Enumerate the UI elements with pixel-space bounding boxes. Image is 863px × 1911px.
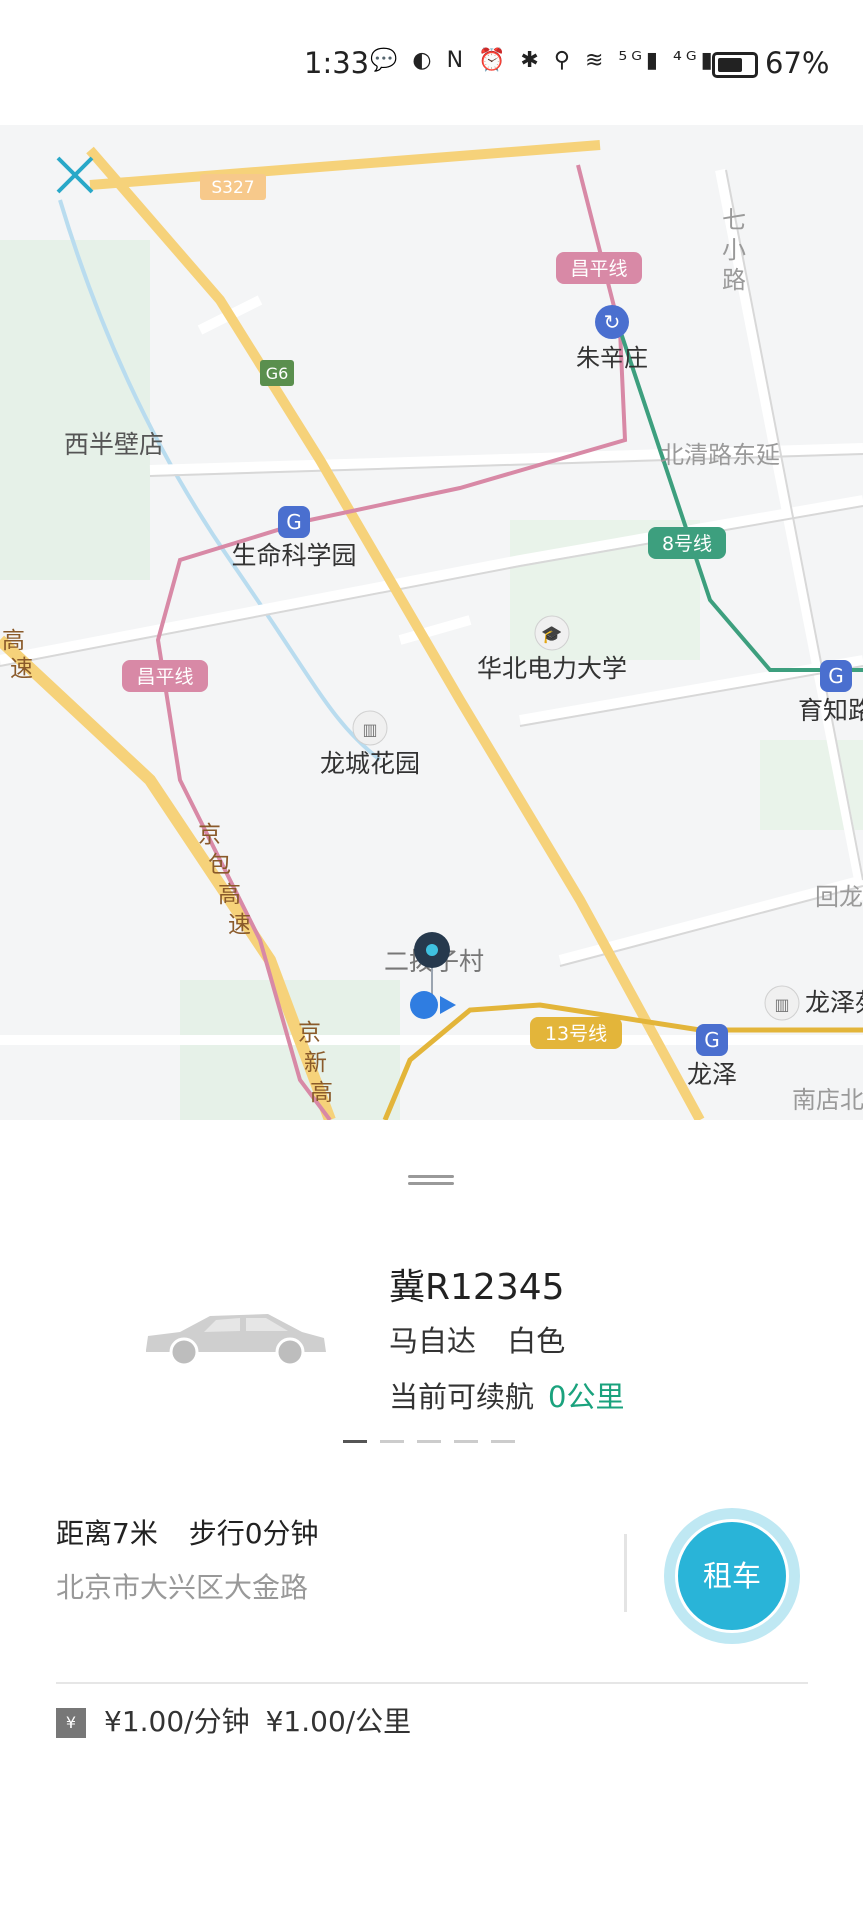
distance-info: 距离7米 步行0分钟: [56, 1512, 319, 1552]
license-plate: 冀R12345: [389, 1267, 565, 1308]
battery-icon: [712, 52, 758, 78]
svg-text:高: 高: [218, 882, 241, 908]
svg-text:高: 高: [310, 1080, 333, 1106]
car-model: 马自达 白色: [389, 1318, 565, 1360]
svg-text:▥: ▥: [362, 720, 377, 739]
station-label: 育知路: [798, 696, 863, 725]
jingbao-label: 京 包 高 速: [198, 822, 251, 938]
station-label: 朱辛庄: [576, 344, 648, 372]
walk-time: 步行0分钟: [188, 1517, 319, 1550]
pricing-row: ¥ ¥1.00/分钟 ¥1.00/公里: [56, 1700, 427, 1740]
svg-text:包: 包: [208, 852, 231, 878]
page-dot[interactable]: [343, 1440, 367, 1443]
changping-line-label: 昌平线: [570, 258, 627, 280]
heading-arrow-icon: [440, 996, 456, 1014]
road-label: 回龙: [815, 883, 863, 911]
transfer-icon: ↻: [604, 310, 621, 334]
carousel-indicator[interactable]: [343, 1440, 528, 1444]
road-label: 南店北: [792, 1086, 863, 1114]
distance-text: 距离7米: [56, 1517, 158, 1550]
map-canvas[interactable]: S327 G6 昌平线 昌平线 8号线 13号线 ↻ G G G 🎓 ▥ ▥ 七…: [0, 125, 863, 1120]
place-label: 华北电力大学: [477, 654, 627, 683]
subway-icon: G: [828, 664, 844, 688]
station-label: 龙泽: [687, 1060, 737, 1089]
battery-level: 67%: [765, 46, 830, 80]
svg-text:新: 新: [304, 1050, 327, 1076]
price-icon: ¥: [56, 1708, 86, 1738]
road-label: 小: [722, 236, 746, 264]
changping-line-label: 昌平线: [136, 666, 193, 688]
divider: [56, 1682, 808, 1684]
road-label: 七: [722, 206, 746, 234]
price-per-minute: ¥1.00/分钟: [104, 1705, 250, 1738]
line13-label: 13号线: [545, 1023, 607, 1045]
svg-text:京: 京: [298, 1020, 321, 1046]
status-time: 1:33: [304, 46, 370, 80]
user-location-icon: [410, 991, 438, 1019]
road-label: 路: [722, 266, 746, 294]
divider: [624, 1534, 627, 1612]
price-per-km: ¥1.00/公里: [265, 1705, 412, 1738]
g6-label: G6: [266, 364, 289, 383]
svg-text:▥: ▥: [774, 995, 789, 1014]
svg-text:高: 高: [2, 628, 25, 654]
rent-button[interactable]: 租车: [664, 1508, 800, 1644]
page-dot[interactable]: [380, 1440, 404, 1443]
range-info: 当前可续航 0公里: [389, 1374, 624, 1416]
rent-button-label[interactable]: 租车: [675, 1519, 789, 1633]
page-dot[interactable]: [454, 1440, 478, 1443]
svg-text:速: 速: [228, 912, 251, 938]
page-dot[interactable]: [491, 1440, 515, 1443]
green-area: [0, 240, 150, 580]
status-icons: 💬 ◐ N ⏰ ✱ ⚲ ≋ ⁵ᴳ▮ ⁴ᴳ▮: [370, 48, 717, 73]
svg-text:🎓: 🎓: [541, 625, 562, 645]
car-color: 白色: [507, 1324, 566, 1358]
sheet-drag-handle[interactable]: [408, 1175, 454, 1185]
road-label: 北清路东延: [660, 441, 780, 469]
page-dot[interactable]: [417, 1440, 441, 1443]
close-icon[interactable]: [50, 150, 100, 200]
range-value: 0公里: [548, 1380, 625, 1414]
range-label: 当前可续航: [389, 1380, 535, 1414]
subway-icon: G: [704, 1028, 720, 1052]
line8-label: 8号线: [662, 533, 712, 555]
address-text: 北京市大兴区大金路: [56, 1571, 309, 1604]
car-brand: 马自达: [389, 1324, 477, 1358]
place-label: 龙泽苑: [805, 988, 863, 1017]
car-image: [146, 1314, 326, 1367]
place-label: 西半壁店: [64, 430, 164, 459]
s327-road: [89, 140, 601, 190]
map-view[interactable]: S327 G6 昌平线 昌平线 8号线 13号线 ↻ G G G 🎓 ▥ ▥ 七…: [0, 125, 863, 1120]
s327-label: S327: [211, 178, 254, 198]
station-label: 生命科学园: [231, 541, 356, 570]
svg-text:京: 京: [198, 822, 221, 848]
status-bar: 1:33 💬 ◐ N ⏰ ✱ ⚲ ≋ ⁵ᴳ▮ ⁴ᴳ▮ 67%: [0, 0, 863, 125]
svg-text:速: 速: [10, 656, 33, 682]
place-label: 龙城花园: [320, 749, 420, 778]
subway-icon: G: [286, 510, 302, 534]
